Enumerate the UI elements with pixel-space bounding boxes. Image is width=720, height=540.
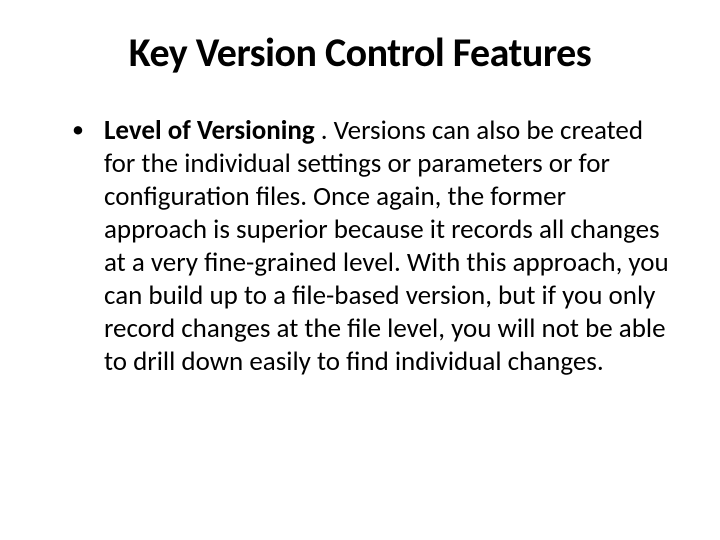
bullet-list: Level of Versioning . Versions can also … [48, 115, 672, 379]
bullet-body: . Versions can also be created for the i… [104, 114, 669, 378]
list-item: Level of Versioning . Versions can also … [96, 115, 672, 379]
slide: Key Version Control Features Level of Ve… [0, 0, 720, 540]
slide-title: Key Version Control Features [48, 28, 672, 77]
bullet-lead: Level of Versioning [104, 114, 321, 147]
